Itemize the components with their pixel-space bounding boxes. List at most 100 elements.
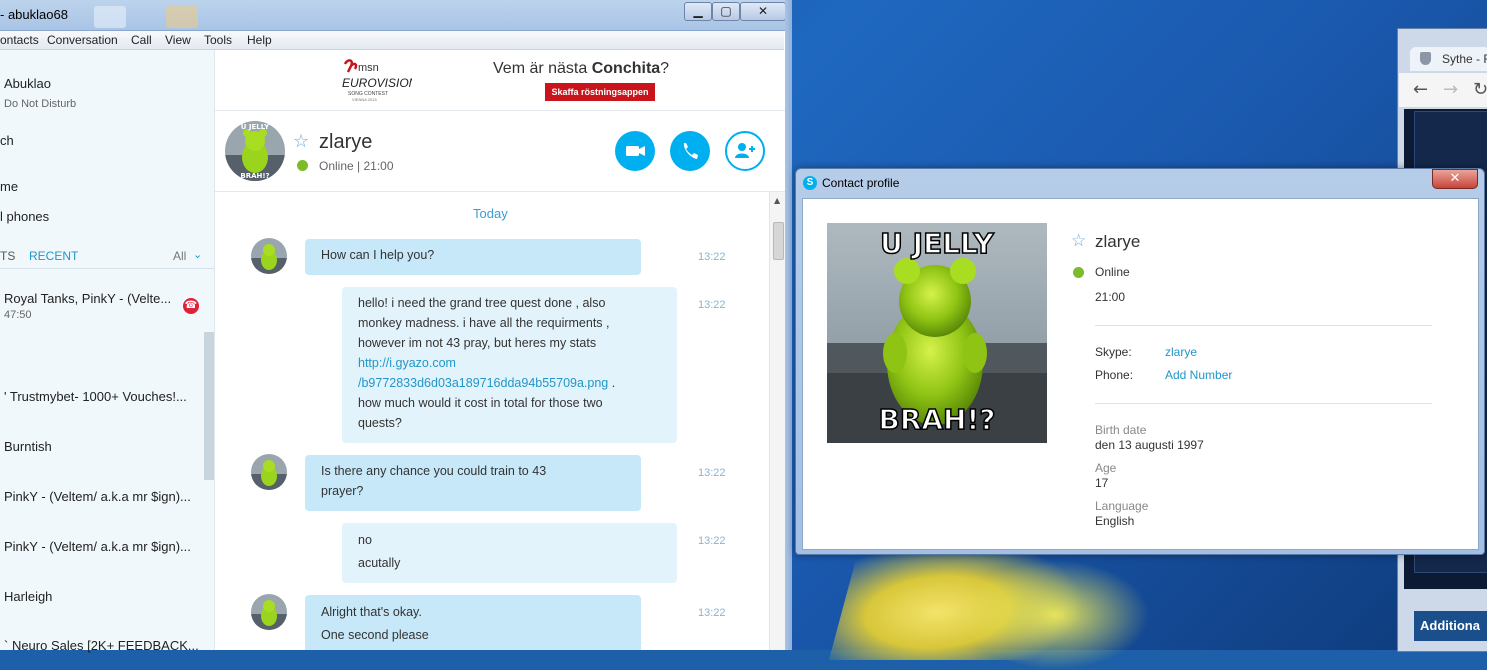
message-bubble[interactable]: Alright that's okay. One second please	[305, 595, 641, 650]
skype-label: Skype:	[1095, 345, 1132, 359]
minimize-button[interactable]: ▁	[684, 2, 712, 21]
favorite-star-icon[interactable]: ☆	[293, 131, 309, 152]
forward-arrow-icon[interactable]: →	[1443, 79, 1458, 100]
scroll-up-arrow-icon[interactable]: ▲	[774, 196, 780, 205]
list-item[interactable]: PinkY - (Veltem/ a.k.a mr $ign)...	[4, 539, 200, 554]
list-item[interactable]: ' Trustmybet- 1000+ Vouches!...	[4, 389, 200, 404]
message-bubble[interactable]: Is there any chance you could train to 4…	[305, 455, 641, 511]
svg-text:U JELLY: U JELLY	[241, 123, 270, 131]
message-timestamp: 13:22	[698, 535, 726, 547]
avatar[interactable]	[251, 238, 287, 274]
tab-contacts[interactable]: TS	[0, 249, 15, 263]
message-link[interactable]: /b9772833d6d03a189716dda94b55709a.png	[358, 376, 608, 390]
add-number-link[interactable]: Add Number	[1165, 368, 1232, 382]
message-text: monkey madness. i have all the requirmen…	[358, 316, 610, 330]
age-label: Age	[1095, 461, 1117, 475]
ad-headline-suffix: ?	[660, 60, 670, 77]
end-call-icon[interactable]: ☎	[183, 298, 199, 314]
contact-status-text: Online	[319, 159, 354, 173]
contact-name: zlarye	[319, 131, 373, 153]
contact-status-separator: |	[357, 159, 361, 173]
message-text: however im not 43 pray, but heres my sta…	[358, 336, 597, 350]
svg-text:EUROVISION: EUROVISION	[342, 76, 412, 90]
browser-tab-title: Sythe - F	[1442, 52, 1487, 66]
sidebar-item-search[interactable]: ch	[0, 133, 14, 148]
phone-label: Phone:	[1095, 368, 1134, 382]
message-text: One second please	[321, 628, 429, 642]
menu-view[interactable]: View	[165, 33, 191, 47]
profile-local-time: 21:00	[1095, 290, 1126, 304]
gummy-bear-image	[251, 454, 287, 490]
reload-icon[interactable]: ↻	[1473, 79, 1487, 100]
profile-status: Online	[1095, 265, 1130, 279]
menu-conversation[interactable]: Conversation	[47, 33, 118, 47]
chevron-down-icon[interactable]: ⌄	[193, 248, 202, 261]
message-text: acutally	[358, 556, 401, 570]
skype-window: - abuklao68 ▁ ▢ ✕ ontacts Conversation C…	[0, 0, 792, 653]
list-item[interactable]: ` Neuro Sales [2K+ FEEDBACK...	[4, 638, 200, 653]
favorite-star-icon[interactable]: ☆	[1071, 231, 1086, 251]
menu-bar: ontacts Conversation Call View Tools Hel…	[0, 31, 784, 50]
svg-text:BRAH!?: BRAH!?	[878, 403, 995, 436]
message-link[interactable]: http://i.gyazo.com	[358, 356, 456, 370]
tab-recent[interactable]: RECENT	[29, 249, 78, 263]
avatar[interactable]	[251, 594, 287, 630]
message-text: quests?	[358, 416, 402, 430]
ad-banner[interactable]: msn EUROVISION SONG CONTEST VIENNA 2015 …	[215, 50, 785, 111]
svg-text:U JELLY: U JELLY	[880, 227, 994, 260]
phone-icon	[683, 143, 698, 159]
chat-scrollbar[interactable]: ▲	[769, 192, 786, 650]
menu-contacts[interactable]: ontacts	[0, 33, 39, 47]
conversation-pane: msn EUROVISION SONG CONTEST VIENNA 2015 …	[215, 50, 786, 650]
browser-tab[interactable]: Sythe - F	[1410, 47, 1487, 71]
message-bubble[interactable]: How can I help you?	[305, 239, 641, 275]
language-label: Language	[1095, 499, 1149, 513]
profile-status[interactable]: Do Not Disturb	[4, 98, 76, 110]
message-text: prayer?	[321, 484, 364, 498]
online-status-icon	[297, 160, 308, 171]
ad-headline-bold: Conchita	[591, 60, 661, 77]
gummy-bear-image	[251, 594, 287, 630]
chat-history: Today How can I help you? 13:22 hello! i…	[215, 192, 769, 650]
maximize-button[interactable]: ▢	[712, 2, 740, 21]
ad-button[interactable]: Skaffa röstningsappen	[545, 83, 655, 101]
add-contact-button[interactable]	[725, 131, 765, 171]
browser-panel-heading: Additiona	[1414, 611, 1487, 641]
add-person-icon	[735, 143, 755, 158]
close-button[interactable]: ✕	[740, 2, 786, 21]
svg-text:VIENNA 2015: VIENNA 2015	[352, 97, 377, 102]
skype-name-link[interactable]: zlarye	[1165, 345, 1197, 359]
message-text: how much would it cost in total for thos…	[358, 396, 603, 410]
sidebar-item-home[interactable]: me	[0, 179, 18, 194]
browser-toolbar: ← → ↻	[1399, 73, 1487, 107]
message-text: no	[358, 533, 372, 547]
svg-text:BRAH!?: BRAH!?	[240, 172, 269, 180]
taskbar-ghost-icon-2	[166, 6, 198, 28]
message-timestamp: 13:22	[698, 467, 726, 479]
list-item[interactable]: Burntish	[4, 439, 52, 454]
message-bubble[interactable]: hello! i need the grand tree quest done …	[342, 287, 677, 443]
sidebar-item-phones[interactable]: l phones	[0, 209, 49, 224]
sidebar-scrollbar[interactable]	[204, 332, 214, 480]
message-bubble[interactable]: no acutally	[342, 523, 677, 583]
windows-logo-flare-2	[960, 560, 1150, 670]
list-item[interactable]: Harleigh	[4, 589, 52, 604]
filter-dropdown[interactable]: All	[173, 249, 186, 263]
scrollbar-thumb[interactable]	[773, 222, 784, 260]
audio-call-button[interactable]	[670, 131, 710, 171]
video-call-button[interactable]	[615, 131, 655, 171]
message-text: .	[608, 376, 616, 390]
profile-name[interactable]: Abuklao	[4, 76, 51, 91]
list-item[interactable]: PinkY - (Veltem/ a.k.a mr $ign)...	[4, 489, 200, 504]
divider	[1095, 325, 1432, 326]
avatar[interactable]: U JELLY BRAH!?	[225, 121, 285, 181]
back-arrow-icon[interactable]: ←	[1413, 79, 1428, 100]
avatar[interactable]	[251, 454, 287, 490]
message-text: How can I help you?	[321, 248, 435, 262]
dialog-close-button[interactable]: ✕	[1432, 169, 1478, 189]
menu-call[interactable]: Call	[131, 33, 152, 47]
birth-date-label: Birth date	[1095, 423, 1147, 437]
menu-tools[interactable]: Tools	[204, 33, 232, 47]
menu-help[interactable]: Help	[247, 33, 272, 47]
window-border	[785, 0, 792, 650]
